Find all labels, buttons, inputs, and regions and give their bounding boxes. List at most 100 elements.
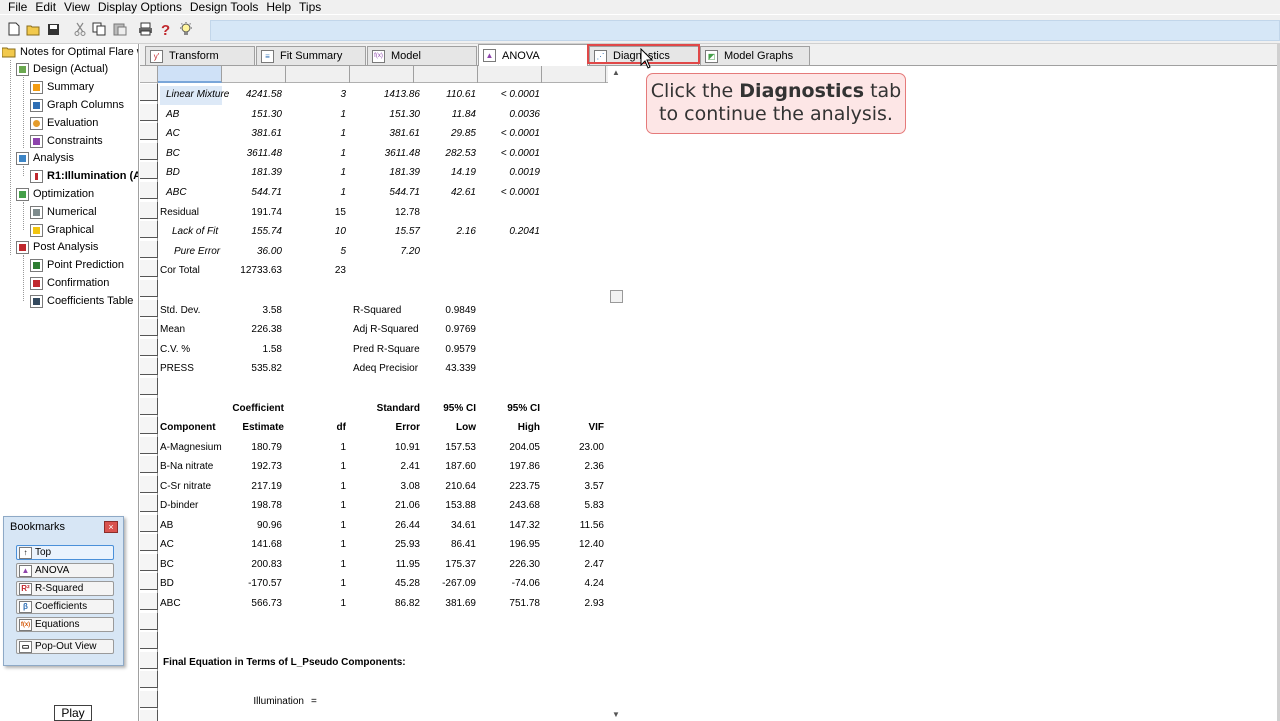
bookmark-coefficients-button[interactable]: β Coefficients <box>16 599 114 614</box>
row-header[interactable] <box>140 280 158 297</box>
menu-display-options[interactable]: Display Options <box>94 0 186 14</box>
row-header[interactable] <box>140 691 158 708</box>
table-row[interactable]: C.V. % 1.58 Pred R-Square 0.9579 <box>160 341 608 360</box>
table-row[interactable]: AC 381.61 1 381.61 29.85 < 0.0001 <box>160 125 608 144</box>
row-header[interactable] <box>140 398 158 415</box>
row-header[interactable] <box>140 710 158 721</box>
scroll-up-icon[interactable]: ▲ <box>612 68 620 77</box>
row-header[interactable] <box>140 123 158 140</box>
bookmark-anova-button[interactable]: ▲ ANOVA <box>16 563 114 578</box>
tab-anova[interactable]: ▲ ANOVA <box>478 44 588 66</box>
tab-model[interactable]: f(x) Model <box>367 46 477 65</box>
tree-item-graphical[interactable]: Graphical <box>30 222 94 238</box>
tree-item-post-analysis[interactable]: Post Analysis <box>16 239 98 255</box>
row-header[interactable] <box>140 456 158 473</box>
row-header[interactable] <box>140 162 158 179</box>
open-folder-icon[interactable] <box>24 20 43 39</box>
table-row[interactable]: BC 200.83 1 11.95 175.37 226.30 2.47 <box>160 556 608 575</box>
table-row[interactable]: BD -170.57 1 45.28 -267.09 -74.06 4.24 <box>160 575 608 594</box>
table-row[interactable]: D-binder 198.78 1 21.06 153.88 243.68 5.… <box>160 497 608 516</box>
tree-item-constraints[interactable]: Constraints <box>30 133 103 149</box>
row-header[interactable] <box>140 358 158 375</box>
table-row[interactable]: Linear Mixture 4241.58 3 1413.86 110.61 … <box>160 86 608 105</box>
tree-root[interactable]: Notes for Optimal Flare wit <box>2 44 138 60</box>
bookmark-equations-button[interactable]: f(x) Equations <box>16 617 114 632</box>
save-icon[interactable] <box>44 20 63 39</box>
menu-edit[interactable]: Edit <box>31 0 60 14</box>
tab-fit-summary[interactable]: ≡ Fit Summary <box>256 46 366 65</box>
bookmark-top-button[interactable]: ↑ Top <box>16 545 114 560</box>
row-header[interactable] <box>140 202 158 219</box>
row-header[interactable] <box>140 495 158 512</box>
vertical-scrollbar[interactable]: ▲ ▼ <box>608 66 625 721</box>
tree-item-confirmation[interactable]: Confirmation <box>30 275 109 291</box>
row-header[interactable] <box>140 652 158 669</box>
tab-model-graphs[interactable]: ◩ Model Graphs <box>700 46 810 65</box>
row-header[interactable] <box>140 182 158 199</box>
table-row[interactable]: AB 90.96 1 26.44 34.61 147.32 11.56 <box>160 517 608 536</box>
row-header[interactable] <box>140 632 158 649</box>
tips-lightbulb-icon[interactable] <box>176 20 195 39</box>
row-header[interactable] <box>140 515 158 532</box>
scrollbar-thumb[interactable] <box>610 290 623 303</box>
table-row[interactable]: AB 151.30 1 151.30 11.84 0.0036 <box>160 106 608 125</box>
menu-tips[interactable]: Tips <box>295 0 325 14</box>
row-header[interactable] <box>140 143 158 160</box>
table-row[interactable]: Mean 226.38 Adj R-Squared 0.9769 <box>160 321 608 340</box>
row-header[interactable] <box>140 84 158 101</box>
row-header[interactable] <box>140 378 158 395</box>
scroll-down-icon[interactable]: ▼ <box>612 710 620 719</box>
row-header[interactable] <box>140 339 158 356</box>
table-row[interactable]: A-Magnesium 180.79 1 10.91 157.53 204.05… <box>160 439 608 458</box>
table-row[interactable]: BC 3611.48 1 3611.48 282.53 < 0.0001 <box>160 145 608 164</box>
print-icon[interactable] <box>136 20 155 39</box>
table-row[interactable]: BD 181.39 1 181.39 14.19 0.0019 <box>160 164 608 183</box>
table-row[interactable]: ABC 544.71 1 544.71 42.61 < 0.0001 <box>160 184 608 203</box>
row-header[interactable] <box>140 534 158 551</box>
row-header[interactable] <box>140 417 158 434</box>
table-row[interactable]: Std. Dev. 3.58 R-Squared 0.9849 <box>160 302 608 321</box>
tree-item-optimization[interactable]: Optimization <box>16 186 94 202</box>
pop-out-view-button[interactable]: ▭ Pop-Out View <box>16 639 114 654</box>
row-header[interactable] <box>140 221 158 238</box>
tree-item-summary[interactable]: Summary <box>30 79 94 95</box>
menu-view[interactable]: View <box>60 0 94 14</box>
table-row[interactable]: B-Na nitrate 192.73 1 2.41 187.60 197.86… <box>160 458 608 477</box>
row-header[interactable] <box>140 319 158 336</box>
table-row[interactable]: PRESS 535.82 Adeq Precisior 43.339 <box>160 360 608 379</box>
table-row[interactable]: AC 141.68 1 25.93 86.41 196.95 12.40 <box>160 536 608 555</box>
column-header-selected[interactable] <box>158 66 222 83</box>
row-header[interactable] <box>140 260 158 277</box>
menu-design-tools[interactable]: Design Tools <box>186 0 262 14</box>
row-header[interactable] <box>140 437 158 454</box>
tree-item-evaluation[interactable]: Evaluation <box>30 115 98 131</box>
table-row[interactable]: Lack of Fit 155.74 10 15.57 2.16 0.2041 <box>160 223 608 242</box>
table-row[interactable]: Residual 191.74 15 12.78 <box>160 204 608 223</box>
row-header[interactable] <box>140 613 158 630</box>
new-file-icon[interactable] <box>4 20 23 39</box>
row-header[interactable] <box>140 476 158 493</box>
row-header[interactable] <box>140 104 158 121</box>
bookmark-r-squared-button[interactable]: R² R-Squared <box>16 581 114 596</box>
table-row[interactable]: Pure Error 36.00 5 7.20 <box>160 243 608 262</box>
table-row[interactable]: C-Sr nitrate 217.19 1 3.08 210.64 223.75… <box>160 478 608 497</box>
table-row[interactable]: Cor Total 12733.63 23 <box>160 262 608 281</box>
row-header[interactable] <box>140 573 158 590</box>
help-icon[interactable]: ? <box>156 20 175 39</box>
table-row[interactable]: ABC 566.73 1 86.82 381.69 751.78 2.93 <box>160 595 608 614</box>
tree-item-design-actual[interactable]: Design (Actual) <box>16 61 108 77</box>
menu-file[interactable]: File <box>4 0 31 14</box>
menu-help[interactable]: Help <box>262 0 295 14</box>
tab-transform[interactable]: y' Transform <box>145 46 255 65</box>
play-button[interactable]: Play <box>54 705 92 721</box>
tree-item-graph-columns[interactable]: Graph Columns <box>30 97 124 113</box>
tree-item-coefficients-table[interactable]: Coefficients Table <box>30 293 133 309</box>
row-header[interactable] <box>140 300 158 317</box>
tree-item-analysis[interactable]: Analysis <box>16 150 74 166</box>
cut-icon[interactable] <box>70 20 89 39</box>
copy-icon[interactable] <box>90 20 109 39</box>
tree-item-point-prediction[interactable]: Point Prediction <box>30 257 124 273</box>
row-header[interactable] <box>140 554 158 571</box>
row-header[interactable] <box>140 671 158 688</box>
tree-item-r1-illumination[interactable]: R1:Illumination (A <box>30 168 138 184</box>
